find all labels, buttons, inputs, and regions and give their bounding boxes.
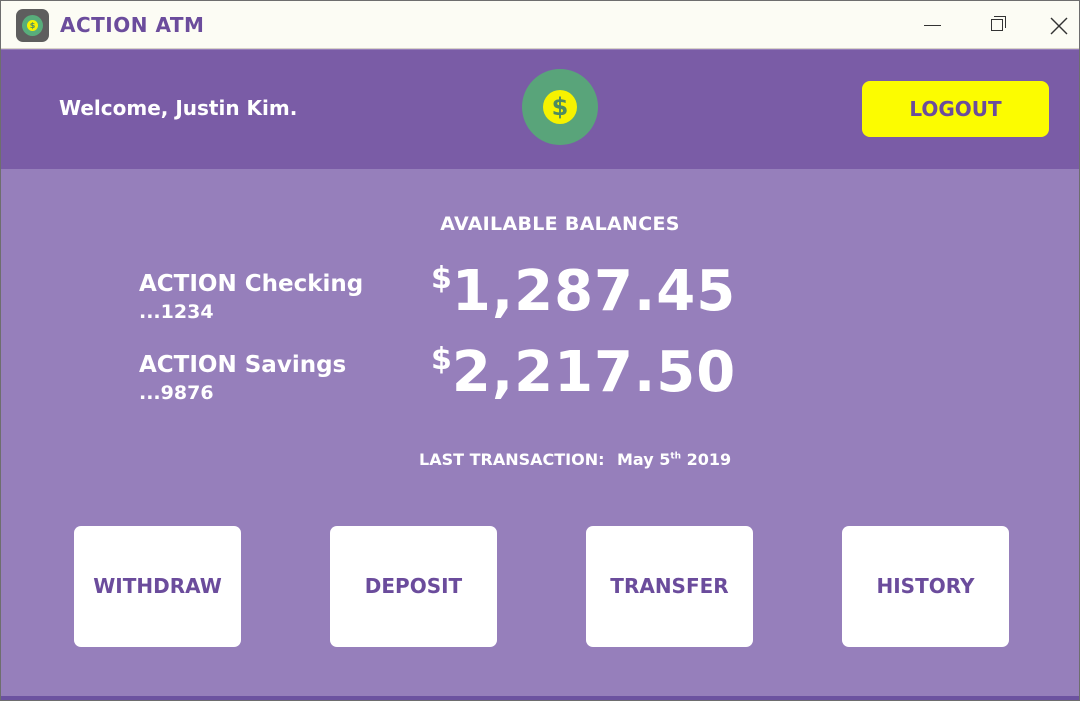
savings-balance-value: 2,217.50 (451, 340, 737, 405)
header-band: Welcome, Justin Kim. $ LOGOUT (1, 50, 1079, 169)
app-dollar-coin-icon: $ (16, 9, 49, 42)
dollar-coin-icon: $ (522, 69, 598, 145)
restore-icon (991, 19, 1003, 31)
last-transaction-year: 2019 (686, 450, 732, 469)
app-coin: $ (22, 15, 43, 36)
withdraw-button[interactable]: WITHDRAW (74, 526, 241, 647)
last-transaction-day-suffix: th (670, 451, 682, 462)
savings-balance: $2,217.50 (431, 340, 736, 405)
last-transaction-day: May 5 (617, 450, 671, 469)
close-button[interactable] (1029, 1, 1079, 49)
checking-balance-value: 1,287.45 (451, 259, 737, 324)
checking-account-number: ...1234 (139, 301, 214, 323)
minimize-button[interactable] (902, 1, 964, 49)
checking-balance: $1,287.45 (431, 259, 736, 324)
logo-coin-symbol: $ (543, 90, 577, 124)
savings-account-number: ...9876 (139, 382, 214, 404)
transfer-button[interactable]: TRANSFER (586, 526, 753, 647)
maximize-button[interactable] (966, 1, 1028, 49)
atm-window: $ ACTION ATM Welcome, Justin Kim. $ LOGO… (0, 0, 1080, 701)
checking-account-name: ACTION Checking (139, 271, 364, 297)
history-button[interactable]: HISTORY (842, 526, 1009, 647)
currency-symbol: $ (431, 261, 452, 296)
last-transaction-date: May 5th 2019 (617, 450, 731, 469)
welcome-message: Welcome, Justin Kim. (59, 96, 298, 120)
app-coin-symbol: $ (27, 20, 38, 31)
footer-strip (1, 696, 1079, 700)
title-bar: $ ACTION ATM (1, 1, 1079, 49)
deposit-button[interactable]: DEPOSIT (330, 526, 497, 647)
minimize-icon (924, 25, 941, 26)
logout-button[interactable]: LOGOUT (862, 81, 1049, 137)
savings-account-name: ACTION Savings (139, 352, 347, 378)
app-title: ACTION ATM (60, 13, 205, 37)
close-icon (1050, 17, 1068, 35)
currency-symbol: $ (431, 342, 452, 377)
last-transaction-label: LAST TRANSACTION: (419, 450, 605, 469)
balances-heading: AVAILABLE BALANCES (440, 213, 680, 235)
